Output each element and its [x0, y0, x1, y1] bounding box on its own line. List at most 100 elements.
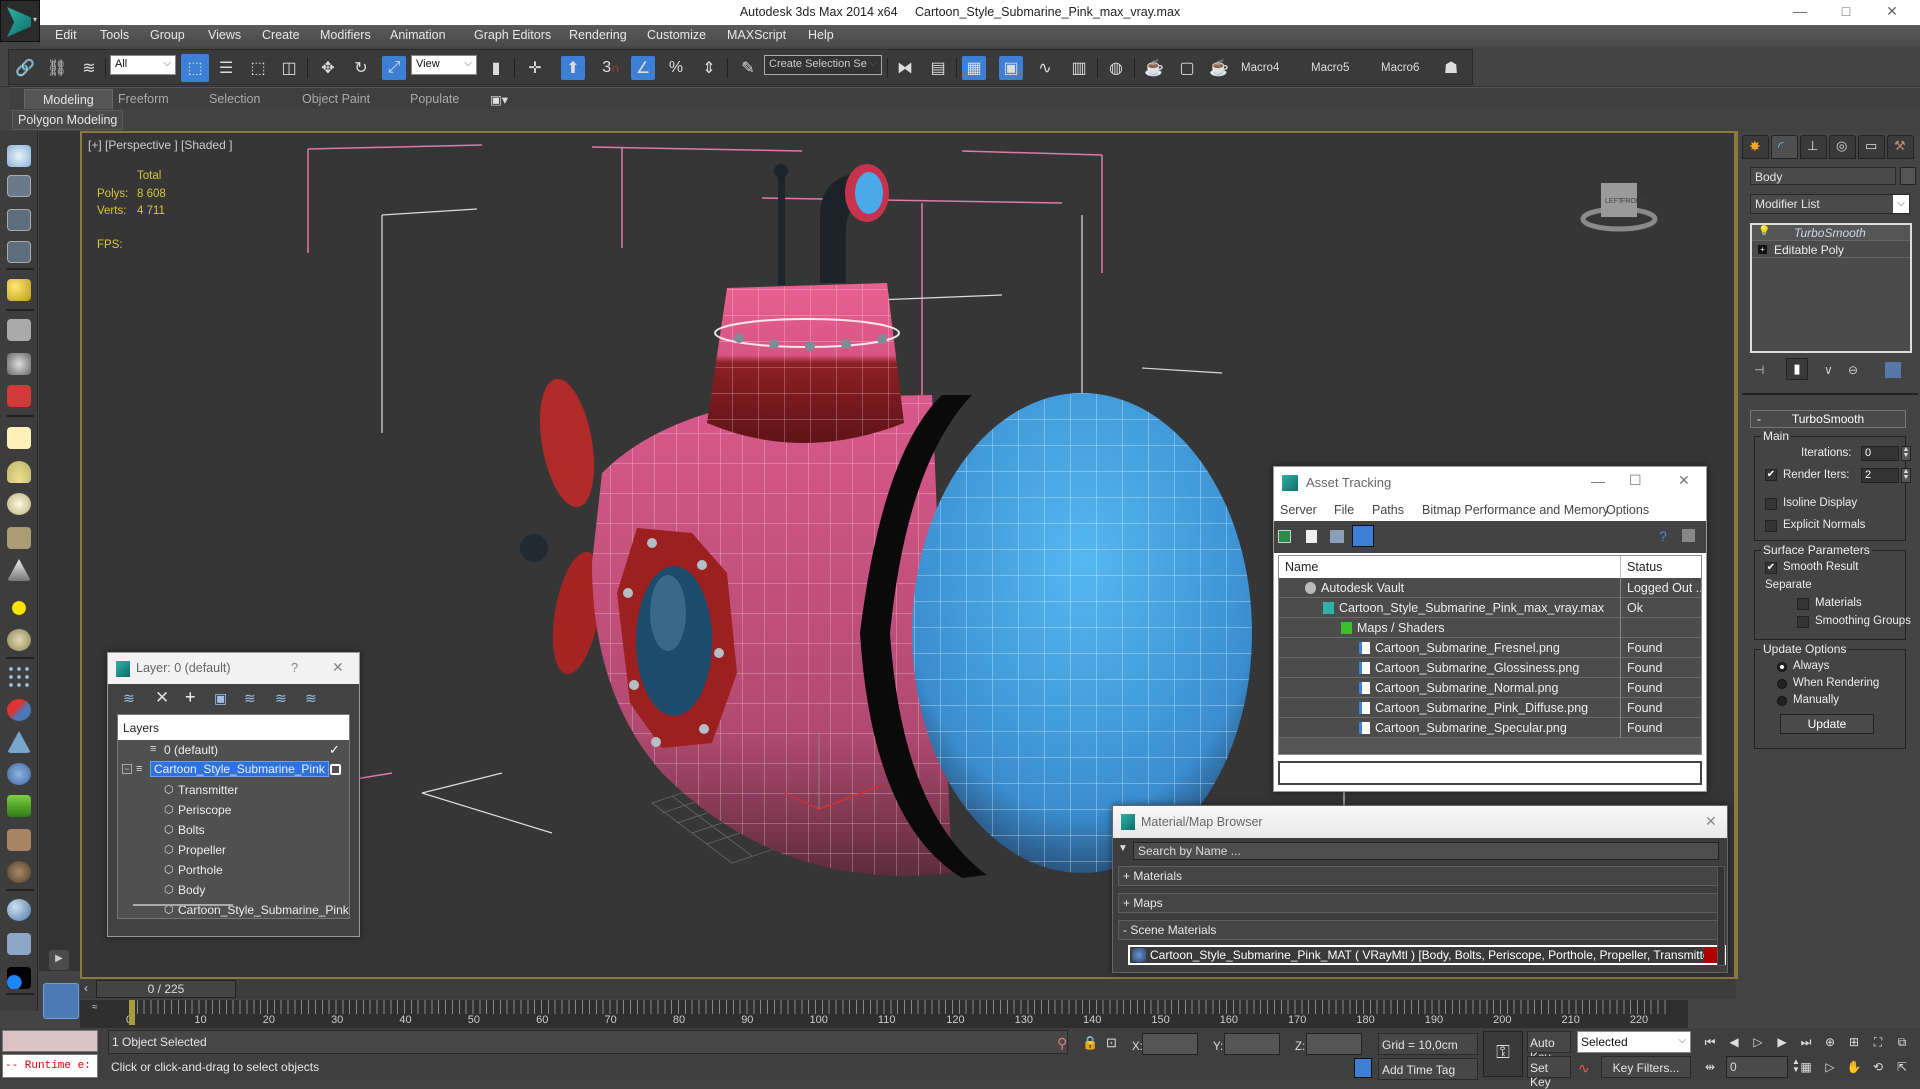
- key-mode-dropdown[interactable]: Selected ⌵: [1577, 1031, 1691, 1053]
- maximize-viewport-icon[interactable]: ⇱: [1894, 1060, 1910, 1076]
- minimize-button[interactable]: —: [1782, 3, 1818, 23]
- current-frame-field[interactable]: 0: [1726, 1056, 1788, 1078]
- layer-manager-icon[interactable]: ▦: [962, 56, 986, 80]
- macro4-button[interactable]: Macro4: [1241, 62, 1279, 74]
- macro6-button[interactable]: Macro6: [1381, 62, 1419, 74]
- configure-modifier-sets-icon[interactable]: [1885, 362, 1901, 378]
- light-bulb-icon[interactable]: 💡: [1758, 226, 1770, 237]
- modifier-turbosmooth[interactable]: 💡 TurboSmooth: [1752, 225, 1910, 241]
- render-frame-icon[interactable]: [7, 175, 31, 197]
- separate-smoothing-groups-checkbox[interactable]: [1797, 616, 1809, 628]
- tab-populate[interactable]: Populate: [410, 92, 459, 106]
- selection-lock-icon[interactable]: 🔒: [1082, 1035, 1098, 1051]
- dome-light-icon[interactable]: [7, 461, 31, 483]
- default-tangent-icon[interactable]: ∿: [1578, 1060, 1590, 1077]
- set-key-icon[interactable]: ⚿: [1483, 1031, 1523, 1077]
- mirror-icon[interactable]: ⧓: [893, 56, 917, 80]
- menu-maxscript[interactable]: MAXScript: [727, 28, 786, 42]
- layer-list-scrollbar[interactable]: [133, 904, 233, 906]
- align-icon[interactable]: ▤: [926, 56, 950, 80]
- update-always-radio[interactable]: [1777, 662, 1787, 672]
- iterations-spinner[interactable]: 0: [1861, 446, 1899, 461]
- menu-server[interactable]: Server: [1280, 503, 1317, 517]
- play-icon[interactable]: ▷: [1750, 1035, 1766, 1051]
- time-slider-thumb[interactable]: 0 / 225: [96, 980, 236, 998]
- mini-viewport-toggle[interactable]: [43, 983, 79, 1019]
- render-iters-checkbox[interactable]: ✔: [1765, 469, 1777, 481]
- delete-layer-icon[interactable]: ✕: [155, 688, 169, 708]
- pivot-center-icon[interactable]: ▮: [484, 56, 508, 80]
- hair-farm-icon[interactable]: [7, 829, 31, 851]
- add-to-layer-icon[interactable]: +: [185, 687, 196, 708]
- modifier-editable-poly[interactable]: + Editable Poly: [1752, 242, 1910, 258]
- schematic-view-icon[interactable]: ▥: [1067, 56, 1091, 80]
- set-key-button[interactable]: Set Key: [1527, 1056, 1571, 1089]
- asset-row[interactable]: Autodesk Vault Logged Out ...: [1279, 578, 1701, 598]
- minimize-button[interactable]: —: [1591, 473, 1605, 489]
- select-and-rotate-icon[interactable]: ↻: [349, 56, 373, 80]
- asset-row[interactable]: Cartoon_Submarine_Pink_Diffuse.png Found: [1279, 698, 1701, 718]
- maximize-button[interactable]: ☐: [1629, 472, 1642, 489]
- ies-sky-icon[interactable]: [7, 629, 31, 651]
- close-button[interactable]: ✕: [1678, 472, 1690, 489]
- scene-materials-section[interactable]: - Scene Materials: [1118, 920, 1718, 940]
- show-end-result-icon[interactable]: ▮: [1786, 358, 1808, 380]
- time-tag-icon[interactable]: [1354, 1058, 1372, 1078]
- separate-materials-checkbox[interactable]: [1797, 598, 1809, 610]
- menu-edit[interactable]: Edit: [55, 28, 77, 42]
- unlink-selection-icon[interactable]: ⛓: [45, 56, 69, 80]
- layer-object-row[interactable]: ⬡ Cartoon_Style_Submarine_Pink: [118, 900, 349, 918]
- update-button[interactable]: Update: [1780, 714, 1874, 734]
- collapse-icon[interactable]: −: [122, 764, 132, 774]
- zoom-icon[interactable]: ⊕: [1822, 1035, 1838, 1051]
- scene-material-item[interactable]: Cartoon_Style_Submarine_Pink_MAT ( VRayM…: [1128, 945, 1726, 965]
- app-menu-button[interactable]: ▾: [0, 0, 40, 42]
- update-when-rendering-radio[interactable]: [1777, 679, 1787, 689]
- select-manipulate-icon[interactable]: ✛: [523, 56, 547, 80]
- material-search-input[interactable]: Search by Name ...: [1133, 842, 1719, 860]
- vray-proxy-icon[interactable]: [7, 699, 31, 721]
- time-configuration-icon[interactable]: ▦: [1798, 1060, 1814, 1076]
- asset-row[interactable]: Cartoon_Style_Submarine_Pink_max_vray.ma…: [1279, 598, 1701, 618]
- layer-object-row[interactable]: ⬡ Bolts: [118, 820, 349, 840]
- rendered-frame-window-icon[interactable]: ▢: [1175, 56, 1199, 80]
- add-time-tag-button[interactable]: Add Time Tag: [1378, 1058, 1478, 1080]
- stereo-camera-icon[interactable]: [7, 385, 31, 407]
- go-to-end-icon[interactable]: ⏭: [1798, 1035, 1814, 1051]
- tab-motion[interactable]: ◎: [1829, 135, 1856, 159]
- close-button[interactable]: ✕: [1874, 3, 1910, 23]
- menu-create[interactable]: Create: [262, 28, 300, 42]
- menu-animation[interactable]: Animation: [390, 28, 446, 42]
- menu-tools[interactable]: Tools: [100, 28, 129, 42]
- key-filters-button[interactable]: Key Filters...: [1601, 1056, 1691, 1078]
- edit-named-selection-icon[interactable]: ✎: [736, 56, 760, 80]
- list-view-icon[interactable]: [1306, 530, 1317, 543]
- layer-object-row[interactable]: ⬡ Porthole: [118, 860, 349, 880]
- render-production-icon[interactable]: ☕: [1207, 56, 1231, 80]
- window-crossing-icon[interactable]: ◫: [277, 56, 301, 80]
- hide-unhide-layers-icon[interactable]: ≋: [275, 690, 287, 707]
- select-object-icon[interactable]: ⬚: [181, 54, 209, 82]
- pan-view-icon[interactable]: ✋: [1846, 1060, 1862, 1076]
- isolate-selection-icon[interactable]: ⚲: [1057, 1035, 1067, 1052]
- material-editor-icon[interactable]: ◍: [1104, 56, 1128, 80]
- dome-camera-icon[interactable]: [7, 353, 31, 375]
- tab-modify[interactable]: ◜: [1771, 135, 1798, 159]
- iterations-spinner-arrows[interactable]: ▲ ▼: [1901, 446, 1911, 461]
- teapot-icon[interactable]: [7, 145, 31, 167]
- expand-icon[interactable]: +: [1758, 245, 1767, 254]
- column-name[interactable]: Name: [1285, 560, 1318, 574]
- x-coordinate-field[interactable]: [1142, 1033, 1198, 1055]
- refresh-icon[interactable]: [1278, 530, 1291, 543]
- highlight-selected-layer-icon[interactable]: ≋: [244, 690, 256, 707]
- restore-button[interactable]: □: [1828, 3, 1864, 23]
- snaps-toggle-icon[interactable]: 3 ∩: [599, 56, 623, 80]
- browser-scrollbar[interactable]: [1717, 866, 1725, 966]
- next-key-icon[interactable]: ▶: [1774, 1035, 1790, 1051]
- menu-file[interactable]: File: [1334, 503, 1354, 517]
- polygon-modeling-panel[interactable]: Polygon Modeling: [12, 110, 124, 130]
- remove-modifier-icon[interactable]: ⊖: [1848, 363, 1858, 377]
- menu-rendering[interactable]: Rendering: [569, 28, 627, 42]
- freeze-unfreeze-layers-icon[interactable]: ≋: [305, 690, 317, 707]
- layer-object-row[interactable]: ⬡ Periscope: [118, 800, 349, 820]
